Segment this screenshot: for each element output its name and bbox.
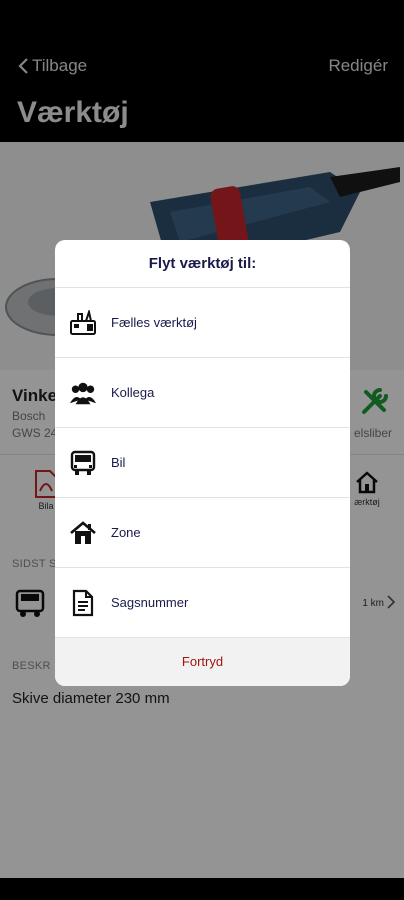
house-icon	[69, 519, 97, 547]
toolbox-icon	[69, 309, 97, 337]
colleagues-icon	[69, 379, 97, 407]
option-label: Zone	[111, 525, 141, 540]
option-case-number[interactable]: Sagsnummer	[55, 568, 350, 638]
van-icon	[69, 449, 97, 477]
option-zone[interactable]: Zone	[55, 498, 350, 568]
document-icon	[69, 589, 97, 617]
option-colleague[interactable]: Kollega	[55, 358, 350, 428]
dialog-title: Flyt værktøj til:	[55, 240, 350, 288]
option-label: Kollega	[111, 385, 155, 400]
option-label: Fælles værktøj	[111, 315, 197, 330]
option-label: Bil	[111, 455, 126, 470]
option-vehicle[interactable]: Bil	[55, 428, 350, 498]
cancel-button[interactable]: Fortryd	[55, 638, 350, 686]
move-tool-dialog: Flyt værktøj til: Fælles værktøj Kollega…	[55, 240, 350, 686]
option-shared-tools[interactable]: Fælles værktøj	[55, 288, 350, 358]
option-label: Sagsnummer	[111, 595, 189, 610]
